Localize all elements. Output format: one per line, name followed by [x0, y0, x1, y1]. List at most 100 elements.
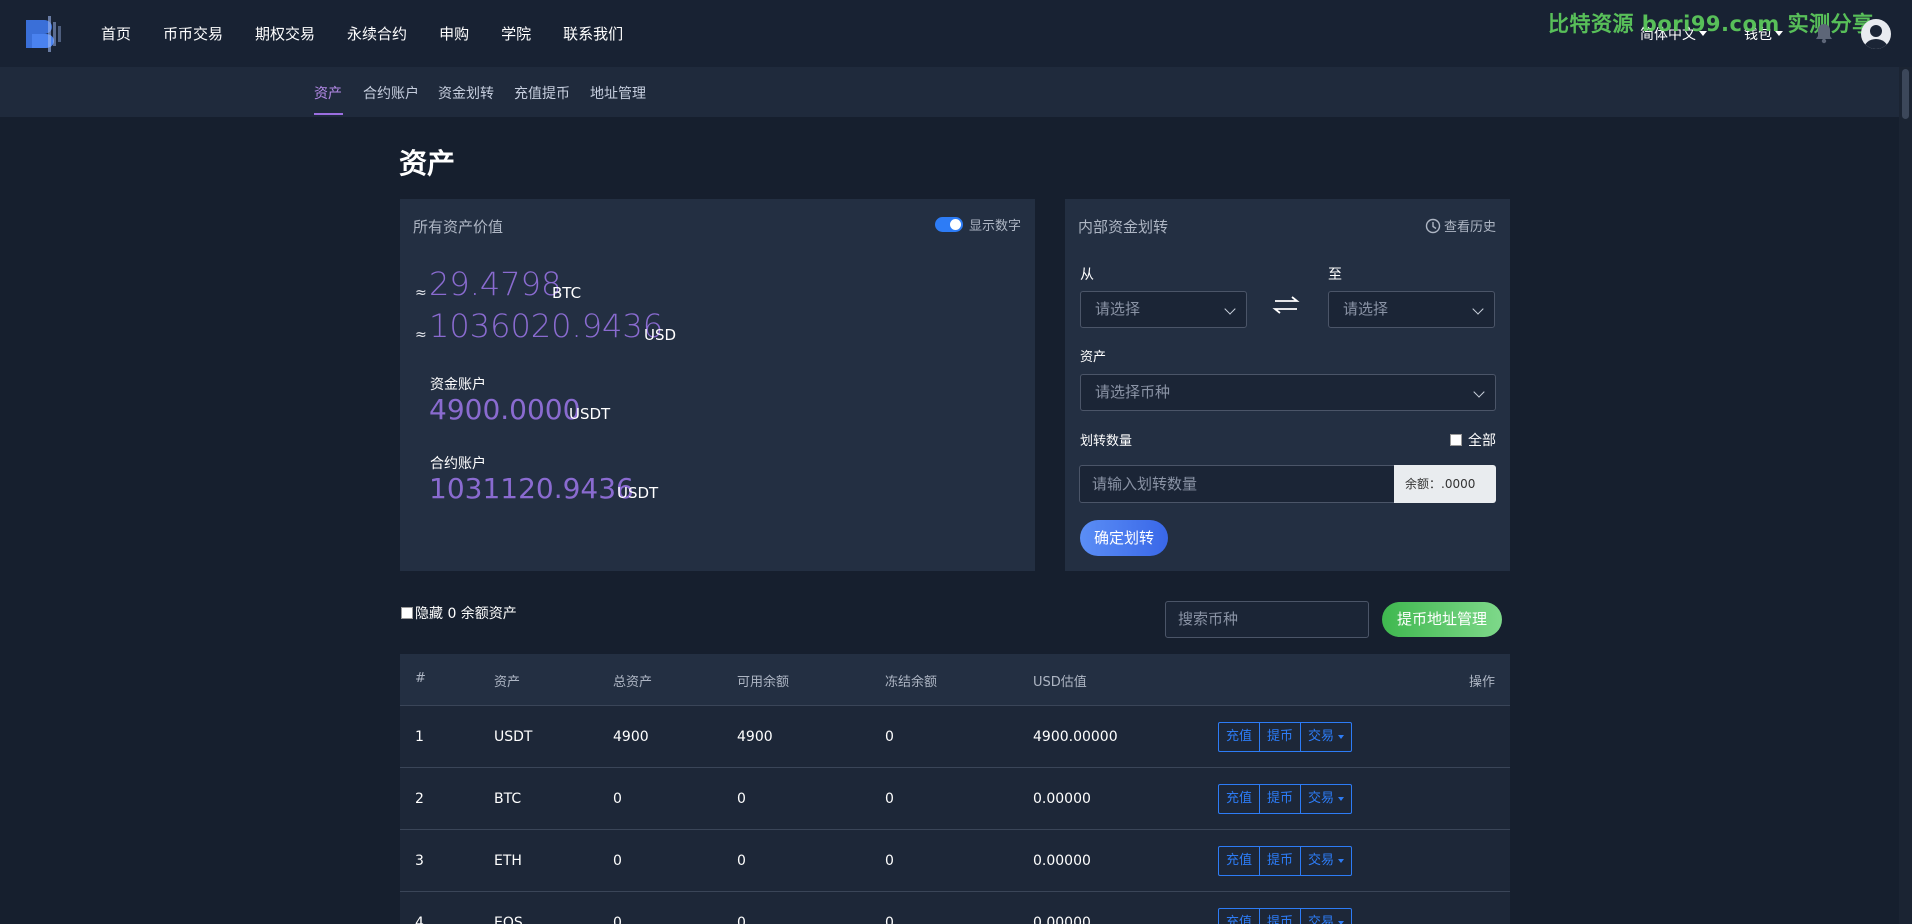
- chevron-down-icon: [1472, 303, 1484, 315]
- contract-account-unit: USDT: [617, 484, 659, 502]
- row-usd: 0.00000: [1033, 853, 1091, 869]
- row-total: 0: [613, 853, 622, 869]
- row-index: 2: [415, 791, 424, 807]
- row-asset: ETH: [494, 853, 522, 869]
- subnav-contract-account[interactable]: 合约账户: [363, 83, 419, 103]
- amount-label: 划转数量: [1080, 434, 1133, 449]
- col-total: 总资产: [613, 675, 653, 690]
- col-actions: 操作: [1468, 675, 1495, 690]
- scrollbar[interactable]: [1899, 67, 1912, 924]
- row-usd: 0.00000: [1033, 791, 1091, 807]
- avatar[interactable]: [1861, 19, 1891, 49]
- nav-home[interactable]: 首页: [101, 23, 131, 44]
- subnav-deposit-withdraw[interactable]: 充值提币: [514, 83, 570, 103]
- fund-account-label: 资金账户: [430, 377, 486, 393]
- from-select-value: 请选择: [1095, 300, 1141, 318]
- checkbox[interactable]: [401, 607, 413, 619]
- withdraw-button[interactable]: 提币: [1259, 784, 1302, 814]
- checkbox[interactable]: [1450, 434, 1462, 446]
- nav-options-trading[interactable]: 期权交易: [255, 23, 315, 44]
- assets-summary-panel: 所有资产价值 显示数字 ≈ 29.4798 BTC ≈ 1036020.9436…: [400, 199, 1035, 571]
- trade-label: 交易: [1308, 791, 1335, 806]
- view-history-link[interactable]: 查看历史: [1425, 216, 1496, 235]
- to-label: 至: [1328, 267, 1342, 283]
- all-label: 全部: [1468, 433, 1496, 449]
- nav-academy[interactable]: 学院: [501, 23, 531, 44]
- deposit-button[interactable]: 充值: [1218, 846, 1261, 876]
- nav-perpetual-contract[interactable]: 永续合约: [347, 23, 407, 44]
- available-balance: 余额：.0000: [1394, 465, 1496, 503]
- table-row: 1 USDT 4900 4900 0 4900.00000 充值 提币 交易: [400, 705, 1510, 767]
- to-account-select[interactable]: 请选择: [1328, 291, 1495, 328]
- transfer-amount-input[interactable]: 请输入划转数量: [1079, 465, 1395, 503]
- trade-dropdown-button[interactable]: 交易: [1300, 846, 1353, 876]
- hide-zero-label: 隐藏 0 余额资产: [415, 606, 517, 622]
- hide-zero-balance-checkbox[interactable]: 隐藏 0 余额资产: [401, 603, 517, 623]
- chevron-down-icon: [1338, 858, 1345, 863]
- select-all-checkbox[interactable]: 全部: [1450, 430, 1496, 450]
- deposit-button[interactable]: 充值: [1218, 784, 1261, 814]
- trade-dropdown-button[interactable]: 交易: [1300, 908, 1353, 924]
- row-actions: 充值 提币 交易: [1218, 784, 1353, 814]
- chevron-down-icon: [1338, 920, 1345, 924]
- fund-account-unit: USDT: [569, 405, 611, 423]
- row-total: 4900: [613, 729, 649, 745]
- row-frozen: 0: [885, 729, 894, 745]
- asset-coin-select[interactable]: 请选择币种: [1080, 374, 1496, 411]
- withdraw-button[interactable]: 提币: [1259, 722, 1302, 752]
- top-navbar: 首页 币币交易 期权交易 永续合约 申购 学院 联系我们 简体中文 钱包 比特资…: [0, 0, 1912, 67]
- trade-label: 交易: [1308, 729, 1335, 744]
- usd-unit: USD: [644, 326, 677, 344]
- row-asset: USDT: [494, 729, 533, 745]
- subnav-address-management[interactable]: 地址管理: [590, 83, 646, 103]
- usd-total-value: 1036020.9436: [429, 307, 664, 345]
- search-coin-input[interactable]: 搜索币种: [1165, 601, 1369, 638]
- row-total: 0: [613, 791, 622, 807]
- chevron-down-icon: [1338, 734, 1345, 739]
- table-row: 2 BTC 0 0 0 0.00000 充值 提币 交易: [400, 767, 1510, 829]
- row-actions: 充值 提币 交易: [1218, 722, 1353, 752]
- scrollbar-thumb[interactable]: [1902, 69, 1909, 119]
- row-asset: EOS: [494, 915, 523, 924]
- nav-spot-trading[interactable]: 币币交易: [163, 23, 223, 44]
- assets-panel-title: 所有资产价值: [413, 218, 504, 236]
- page-title: 资产: [399, 147, 456, 180]
- subnav-assets[interactable]: 资产: [314, 83, 342, 103]
- row-available: 0: [737, 791, 746, 807]
- col-available: 可用余额: [737, 675, 790, 690]
- toggle-switch[interactable]: [934, 217, 963, 232]
- chevron-down-icon: [1338, 796, 1345, 801]
- table-row: 4 EOS 0 0 0 0.00000 充值 提币 交易: [400, 891, 1510, 924]
- show-numbers-toggle[interactable]: 显示数字: [934, 215, 1021, 234]
- asset-select-value: 请选择币种: [1095, 383, 1171, 401]
- withdraw-button[interactable]: 提币: [1259, 846, 1302, 876]
- deposit-button[interactable]: 充值: [1218, 722, 1261, 752]
- nav-contact-us[interactable]: 联系我们: [563, 23, 623, 44]
- row-total: 0: [613, 915, 622, 924]
- transfer-panel-title: 内部资金划转: [1078, 218, 1169, 236]
- sub-navbar: 资产 合约账户 资金划转 充值提币 地址管理: [0, 67, 1912, 117]
- clock-icon: [1425, 218, 1441, 233]
- subnav-fund-transfer[interactable]: 资金划转: [438, 83, 494, 103]
- table-header: # 资产 总资产 可用余额 冻结余额 USD估值 操作: [400, 654, 1510, 705]
- from-account-select[interactable]: 请选择: [1080, 291, 1247, 328]
- btc-total-value: 29.4798: [429, 265, 562, 303]
- confirm-transfer-button[interactable]: 确定划转: [1080, 520, 1168, 556]
- row-actions: 充值 提币 交易: [1218, 908, 1353, 924]
- trade-dropdown-button[interactable]: 交易: [1300, 784, 1353, 814]
- assets-table: # 资产 总资产 可用余额 冻结余额 USD估值 操作 1 USDT 4900 …: [400, 654, 1510, 924]
- bell-icon[interactable]: [1814, 22, 1834, 44]
- trade-label: 交易: [1308, 915, 1335, 924]
- col-usd-value: USD估值: [1033, 675, 1087, 690]
- approx-symbol: ≈: [415, 327, 427, 343]
- row-frozen: 0: [885, 915, 894, 924]
- withdraw-address-management-button[interactable]: 提币地址管理: [1382, 602, 1502, 637]
- withdraw-button[interactable]: 提币: [1259, 908, 1302, 924]
- trade-dropdown-button[interactable]: 交易: [1300, 722, 1353, 752]
- fund-account-value: 4900.0000: [429, 393, 581, 426]
- swap-arrows-icon[interactable]: [1271, 293, 1301, 317]
- logo-icon[interactable]: [20, 12, 64, 56]
- nav-subscription[interactable]: 申购: [439, 23, 469, 44]
- btc-unit: BTC: [552, 284, 582, 302]
- deposit-button[interactable]: 充值: [1218, 908, 1261, 924]
